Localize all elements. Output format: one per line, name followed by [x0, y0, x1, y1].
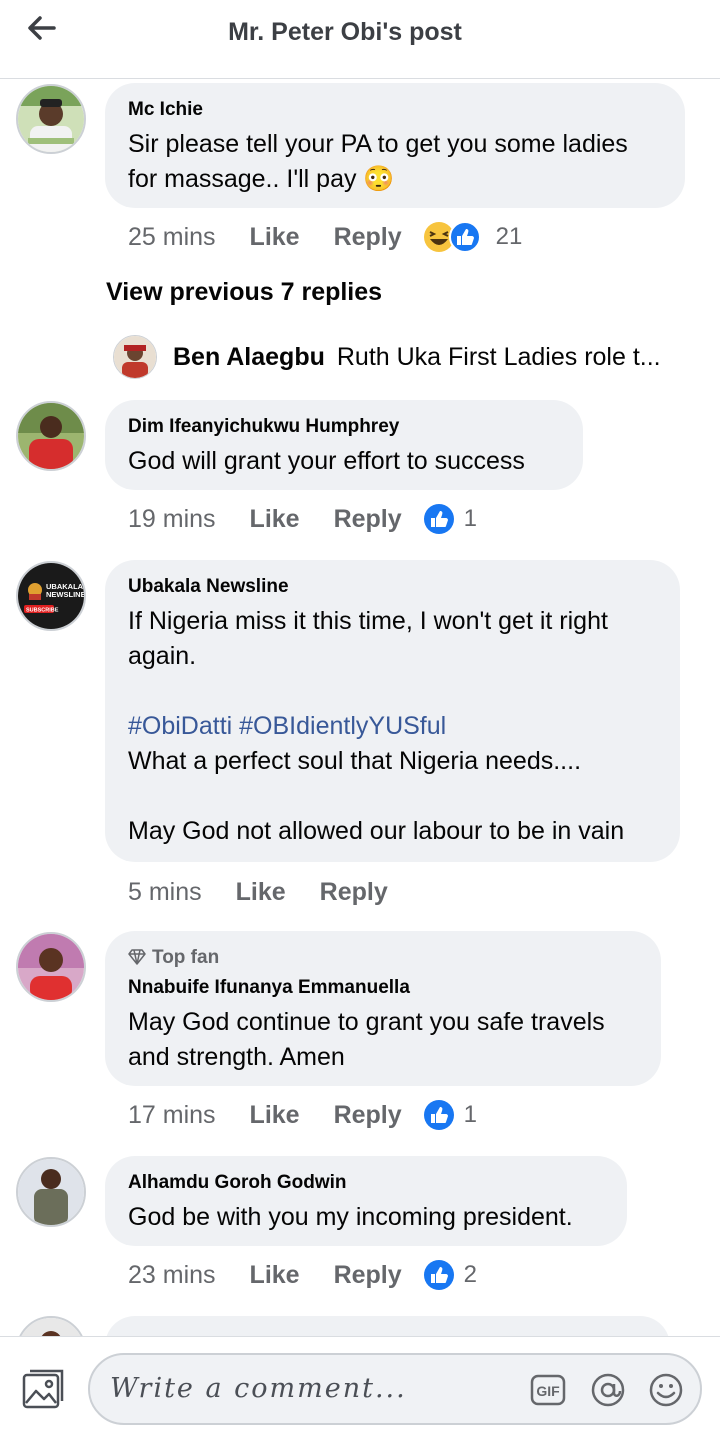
comment-author[interactable]: Dim Ifeanyichukwu Humphrey	[128, 416, 559, 438]
badge-label: Top fan	[152, 947, 220, 968]
like-reaction-icon	[423, 1100, 454, 1130]
diamond-icon	[128, 949, 146, 971]
comment-time[interactable]: 19 mins	[128, 502, 216, 536]
reaction-count: 1	[463, 1101, 478, 1128]
emoji-icon[interactable]	[648, 1373, 684, 1412]
comment-author[interactable]: Alhamdu Goroh Godwin	[128, 1172, 603, 1194]
comment-author[interactable]: Ubakala Newsline	[128, 576, 656, 598]
comment-time[interactable]: 17 mins	[128, 1098, 216, 1132]
comment-text: Sir please tell your PA to get you some …	[128, 130, 635, 193]
comment-actions: 5 mins Like Reply	[128, 875, 422, 909]
mention-icon[interactable]	[590, 1373, 626, 1412]
comment-bubble[interactable]: Alhamdu Goroh Godwin God be with you my …	[105, 1156, 627, 1246]
comment-author[interactable]: Mc Ichie	[128, 99, 661, 121]
comment-text: If Nigeria miss it this time, I won't ge…	[128, 607, 615, 670]
comment-bubble[interactable]: Dim Ifeanyichukwu Humphrey God will gran…	[105, 400, 583, 490]
comment-time[interactable]: 25 mins	[128, 220, 216, 254]
reactions[interactable]: 2	[422, 1258, 477, 1292]
svg-text:NEWSLINE: NEWSLINE	[46, 590, 84, 599]
reply-author[interactable]: Ben Alaegbu	[173, 343, 325, 372]
comment-actions: 19 mins Like Reply 1	[128, 502, 477, 536]
view-previous-replies-link[interactable]: View previous 7 replies	[106, 278, 382, 307]
top-bar: Mr. Peter Obi's post	[0, 0, 720, 79]
comment-text: God be with you my incoming president.	[128, 1203, 573, 1231]
comment-text: What a perfect soul that Nigeria needs..…	[128, 747, 582, 775]
hashtags[interactable]: #ObiDatti #OBIdientlyYUSful	[128, 709, 656, 744]
like-reaction-icon	[423, 504, 454, 534]
comment-input[interactable]: Write a comment... GIF	[88, 1353, 702, 1425]
reply-button[interactable]: Reply	[334, 502, 402, 536]
like-reaction-icon	[423, 1260, 454, 1290]
avatar[interactable]	[16, 84, 86, 154]
svg-text:SUBSCRIBE: SUBSCRIBE	[26, 608, 59, 614]
reply-button[interactable]: Reply	[334, 1098, 402, 1132]
comment-actions: 17 mins Like Reply 1	[128, 1098, 477, 1132]
haha-and-like-reaction-icon	[423, 221, 481, 253]
reply-text: Ruth Uka First Ladies role t...	[336, 342, 661, 371]
avatar	[113, 335, 157, 379]
reply-button[interactable]: Reply	[320, 875, 388, 909]
comment-text: May God continue to grant you safe trave…	[128, 1008, 612, 1071]
comment-text: May God not allowed our labour to be in …	[128, 817, 625, 845]
comment-bubble[interactable]: Mc Ichie Sir please tell your PA to get …	[105, 83, 685, 208]
reactions[interactable]: 1	[422, 502, 477, 536]
comment-actions: 25 mins Like Reply 21	[128, 220, 522, 254]
avatar[interactable]	[16, 401, 86, 471]
like-button[interactable]: Like	[250, 1098, 300, 1132]
reaction-count: 21	[495, 223, 523, 250]
comment-author[interactable]: Nnabuife Ifunanya Emmanuella	[128, 977, 637, 999]
comment-actions: 23 mins Like Reply 2	[128, 1258, 477, 1292]
gif-icon[interactable]: GIF	[530, 1373, 566, 1412]
like-button[interactable]: Like	[250, 502, 300, 536]
comment-time[interactable]: 5 mins	[128, 875, 202, 909]
comment-placeholder: Write a comment...	[110, 1373, 407, 1404]
comment-time[interactable]: 23 mins	[128, 1258, 216, 1292]
comment-bubble[interactable]: Ubakala Newsline If Nigeria miss it this…	[105, 560, 680, 862]
reply-button[interactable]: Reply	[334, 1258, 402, 1292]
photo-icon[interactable]	[22, 1369, 64, 1414]
reactions[interactable]: 21	[422, 220, 523, 254]
svg-text:GIF: GIF	[536, 1383, 560, 1399]
page-title: Mr. Peter Obi's post	[228, 18, 462, 46]
reply-button[interactable]: Reply	[334, 220, 402, 254]
avatar[interactable]	[16, 932, 86, 1002]
top-fan-badge: Top fan	[128, 947, 637, 971]
comment-composer: Write a comment... GIF	[0, 1336, 720, 1435]
comment-bubble[interactable]: Top fan Nnabuife Ifunanya Emmanuella May…	[105, 931, 661, 1086]
reaction-count: 1	[463, 505, 478, 532]
reaction-count: 2	[463, 1261, 478, 1288]
like-button[interactable]: Like	[250, 1258, 300, 1292]
like-button[interactable]: Like	[250, 220, 300, 254]
reply-preview[interactable]: Ben Alaegbu Ruth Uka First Ladies role t…	[113, 335, 703, 379]
avatar[interactable]	[16, 1157, 86, 1227]
like-button[interactable]: Like	[236, 875, 286, 909]
reactions[interactable]: 1	[422, 1098, 477, 1132]
avatar[interactable]: UBAKALA NEWSLINE SUBSCRIBE	[16, 561, 86, 631]
comment-text: God will grant your effort to success	[128, 447, 525, 475]
